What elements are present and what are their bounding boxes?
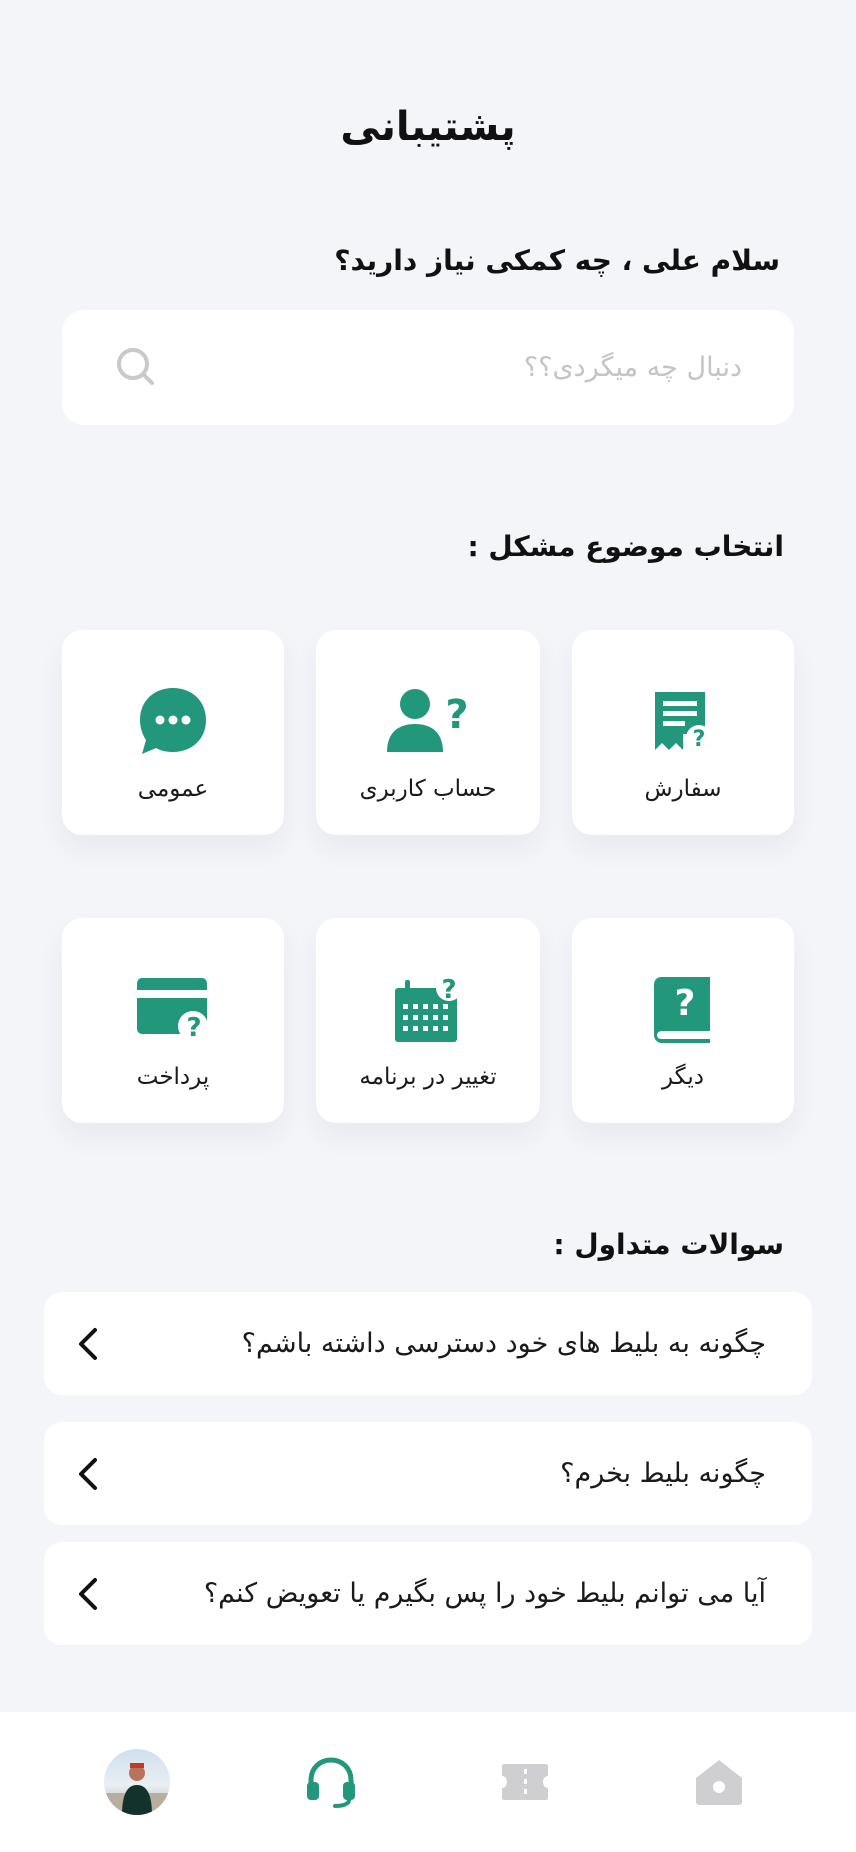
topic-label: سفارش xyxy=(644,776,722,802)
search-input[interactable] xyxy=(222,352,742,383)
topic-order[interactable]: ? سفارش xyxy=(572,630,794,835)
topic-label: تغییر در برنامه xyxy=(359,1064,497,1090)
headset-icon xyxy=(307,1757,355,1808)
chat-bubble-icon xyxy=(138,686,208,756)
receipt-question-icon: ? xyxy=(653,686,713,756)
bottom-nav xyxy=(0,1712,856,1852)
support-screen: پشتیبانی سلام علی ، چه کمکی نیاز دارید؟ … xyxy=(0,0,856,1852)
faq-item[interactable]: چگونه به بلیط های خود دسترسی داشته باشم؟ xyxy=(44,1292,812,1395)
topic-general[interactable]: عمومی xyxy=(62,630,284,835)
avatar xyxy=(104,1749,170,1815)
svg-text:?: ? xyxy=(186,1013,201,1042)
faq-question: چگونه به بلیط های خود دسترسی داشته باشم؟ xyxy=(241,1328,766,1359)
nav-support[interactable] xyxy=(291,1742,371,1822)
card-question-icon: ? xyxy=(135,974,211,1044)
topic-payment[interactable]: ? پرداخت xyxy=(62,918,284,1123)
faq-question: چگونه بلیط بخرم؟ xyxy=(560,1458,766,1489)
chevron-left-icon xyxy=(68,1324,108,1364)
nav-home[interactable] xyxy=(679,1742,759,1822)
search-icon[interactable] xyxy=(114,345,160,391)
svg-text:?: ? xyxy=(675,983,696,1024)
book-question-icon: ? xyxy=(654,974,712,1044)
chevron-left-icon xyxy=(68,1574,108,1614)
faq-item[interactable]: آیا می توانم بلیط خود را پس بگیرم یا تعو… xyxy=(44,1542,812,1645)
search-box[interactable] xyxy=(62,310,794,425)
chevron-left-icon xyxy=(68,1454,108,1494)
user-question-icon: ? xyxy=(385,686,471,756)
topic-account[interactable]: ? حساب کاربری xyxy=(316,630,540,835)
topic-schedule-change[interactable]: ? تغییر در برنامه xyxy=(316,918,540,1123)
svg-text:?: ? xyxy=(445,692,468,738)
faq-item[interactable]: چگونه بلیط بخرم؟ xyxy=(44,1422,812,1525)
faq-question: آیا می توانم بلیط خود را پس بگیرم یا تعو… xyxy=(203,1578,766,1609)
home-icon xyxy=(696,1760,742,1805)
topics-title: انتخاب موضوع مشکل : xyxy=(467,530,784,563)
calendar-question-icon: ? xyxy=(393,974,463,1044)
topic-label: حساب کاربری xyxy=(359,776,497,802)
topic-other[interactable]: ? دیگر xyxy=(572,918,794,1123)
greeting-text: سلام علی ، چه کمکی نیاز دارید؟ xyxy=(334,244,780,277)
nav-tickets[interactable] xyxy=(485,1742,565,1822)
ticket-icon xyxy=(502,1764,548,1800)
topic-label: پرداخت xyxy=(136,1064,210,1090)
svg-text:?: ? xyxy=(693,727,706,752)
svg-text:?: ? xyxy=(441,975,456,1005)
page-title: پشتیبانی xyxy=(340,104,516,150)
nav-profile[interactable] xyxy=(97,1742,177,1822)
faq-title: سوالات متداول : xyxy=(553,1228,784,1261)
topic-label: دیگر xyxy=(661,1064,705,1090)
topic-label: عمومی xyxy=(137,776,209,802)
